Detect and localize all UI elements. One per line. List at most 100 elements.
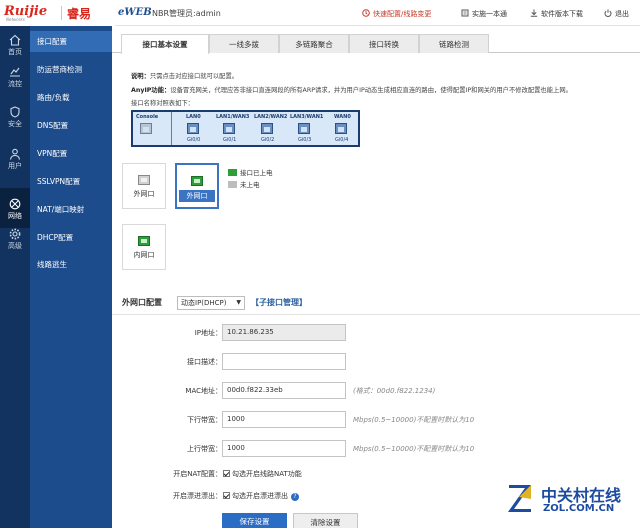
submenu-item-sslvpn[interactable]: SSLVPN配置 (30, 171, 112, 192)
nav-item-label: 首页 (8, 48, 22, 56)
submenu-item-nat[interactable]: NAT/端口映射 (30, 199, 112, 220)
tab-interface-switch[interactable]: 接口转换 (349, 34, 419, 53)
anyip-label: AnyIP功能： (131, 87, 171, 94)
downlink-label: 下行带宽： (187, 416, 222, 424)
nav-item-advanced[interactable]: 高级 (0, 228, 30, 255)
uplink-field[interactable]: 1000 (222, 440, 346, 457)
submenu-item-routing-load[interactable]: 路由/负载 (30, 87, 112, 108)
port-on-icon (191, 176, 203, 186)
nav-item-home[interactable]: 首页 (0, 34, 30, 61)
nav-item-users[interactable]: 用户 (0, 148, 30, 175)
ethernet-port-icon (187, 123, 199, 134)
one-stop-label: 实施一本通 (472, 10, 507, 18)
wan-port-2[interactable]: 外网口 (175, 163, 219, 209)
submenu-item-dns[interactable]: DNS配置 (30, 115, 112, 136)
description-field[interactable] (222, 353, 346, 370)
tab-link-aggregation[interactable]: 多链路聚合 (279, 34, 349, 53)
drift-label: 开启漂进漂出： (173, 492, 222, 500)
port-label: WAN0 (334, 114, 351, 120)
ruijie-logo: Ruijie Networks 睿易 (0, 0, 115, 26)
user-icon (9, 148, 21, 160)
downlink-hint: Mbps(0.5~10000)不配置时默认为10 (353, 416, 475, 424)
mac-field[interactable]: 00d0.f822.33eb (222, 382, 346, 399)
tab-bar: 接口基本设置 一线多拨 多链路聚合 接口转换 链路检测 (112, 31, 640, 54)
tab-link-detection[interactable]: 链路检测 (419, 34, 489, 53)
submenu-item-interface-config[interactable]: 接口配置 (30, 31, 112, 52)
port-label: LAN0 (186, 114, 201, 120)
legend-powered-icon (228, 169, 237, 176)
save-button[interactable]: 保存设置 (222, 513, 287, 528)
ip-field[interactable]: 10.21.86.235 (222, 324, 346, 341)
watermark-en: ZOL.COM.CN (543, 503, 615, 514)
port-divider (171, 112, 172, 145)
download-link[interactable]: 软件版本下载 (530, 9, 583, 19)
nav-item-flow-control[interactable]: 流控 (0, 66, 30, 93)
wan-port-1[interactable]: 外网口 (122, 163, 166, 209)
desc-label: 接口描述： (187, 358, 222, 366)
port-id: Gi0/4 (335, 137, 349, 143)
book-icon (461, 9, 469, 17)
port-label: Console (136, 114, 159, 120)
interface-label: 外网口 (179, 190, 215, 202)
section-divider (112, 314, 640, 315)
tab-interface-basic[interactable]: 接口基本设置 (121, 34, 209, 54)
submenu-item-anti-isp-detection[interactable]: 防运营商检测 (30, 59, 112, 80)
help-icon[interactable]: ? (291, 493, 299, 501)
ethernet-port-icon (298, 123, 310, 134)
admin-label: NBR管理员:admin (152, 9, 221, 18)
lan-port[interactable]: 内网口 (122, 224, 166, 270)
port-label: LAN1/WAN3 (216, 114, 250, 120)
quick-config-link[interactable]: 快速配置/线路变更 (362, 9, 431, 19)
quick-config-icon (362, 9, 370, 17)
wan-config-title: 外网口配置 (122, 298, 162, 307)
description-label: 说明： (131, 73, 150, 80)
clear-button[interactable]: 清除设置 (293, 513, 358, 528)
gear-icon (9, 228, 21, 240)
mac-hint: (格式：00d0.f822.1234) (353, 387, 436, 395)
nav-item-label: 用户 (8, 162, 22, 170)
nav-item-network[interactable]: 网络 (0, 188, 30, 228)
logo-divider (61, 6, 62, 20)
checkbox-checked-icon (223, 470, 230, 477)
interface-label: 外网口 (133, 190, 155, 198)
description-note: 说明：只需点击对应接口就可以配置。 (131, 71, 238, 80)
submenu-item-line-escape[interactable]: 线路逃生 (30, 254, 112, 275)
port-id: Gi0/1 (223, 137, 237, 143)
brand-sub: Networks (6, 17, 25, 22)
legend-off-icon (228, 181, 237, 188)
legend-not-powered-label: 未上电 (240, 181, 260, 189)
eweb-logo: eWEB (118, 7, 152, 18)
zol-logo-icon (508, 485, 531, 512)
home-icon (9, 34, 21, 46)
ip-label: IP地址： (194, 329, 222, 337)
submenu-item-vpn[interactable]: VPN配置 (30, 143, 112, 164)
drift-checkbox-label: 勾选开启漂进漂出 (232, 492, 288, 500)
one-stop-link[interactable]: 实施一本通 (461, 9, 507, 19)
port-off-icon (138, 175, 150, 185)
nat-checkbox-label: 勾选开启线路NAT功能 (232, 470, 302, 478)
submenu-item-dhcp[interactable]: DHCP配置 (30, 227, 112, 248)
ethernet-port-icon (223, 123, 235, 134)
network-icon (9, 198, 21, 210)
drift-checkbox[interactable]: 勾选开启漂进漂出? (223, 491, 299, 501)
nat-checkbox[interactable]: 勾选开启线路NAT功能 (223, 469, 302, 479)
subinterface-management-link[interactable]: 【子接口管理】 (251, 297, 307, 308)
brand-cn: 睿易 (67, 7, 92, 21)
port-id: Gi0/3 (298, 137, 312, 143)
ethernet-port-icon (261, 123, 273, 134)
legend-powered: 接口已上电 (228, 167, 273, 177)
logout-link[interactable]: 退出 (604, 9, 629, 19)
shield-icon (10, 106, 20, 118)
connection-mode-value: 动态IP(DHCP) (181, 299, 227, 307)
tab-multi-dial[interactable]: 一线多拨 (209, 34, 279, 53)
port-label: LAN2/WAN2 (254, 114, 288, 120)
port-id: Gi0/0 (187, 137, 201, 143)
nat-label: 开启NAT配置： (173, 470, 222, 478)
port-diagram: Console LAN0 Gi0/0 LAN1/WAN3 Gi0/1 LAN2/… (131, 110, 360, 147)
main-nav: 首页 流控 安全 用户 网络 高级 (0, 26, 30, 528)
port-label: LAN3/WAN1 (290, 114, 324, 120)
connection-mode-select[interactable]: 动态IP(DHCP) ▼ (177, 296, 245, 310)
downlink-field[interactable]: 1000 (222, 411, 346, 428)
port-id: Gi0/2 (261, 137, 275, 143)
nav-item-security[interactable]: 安全 (0, 106, 30, 133)
